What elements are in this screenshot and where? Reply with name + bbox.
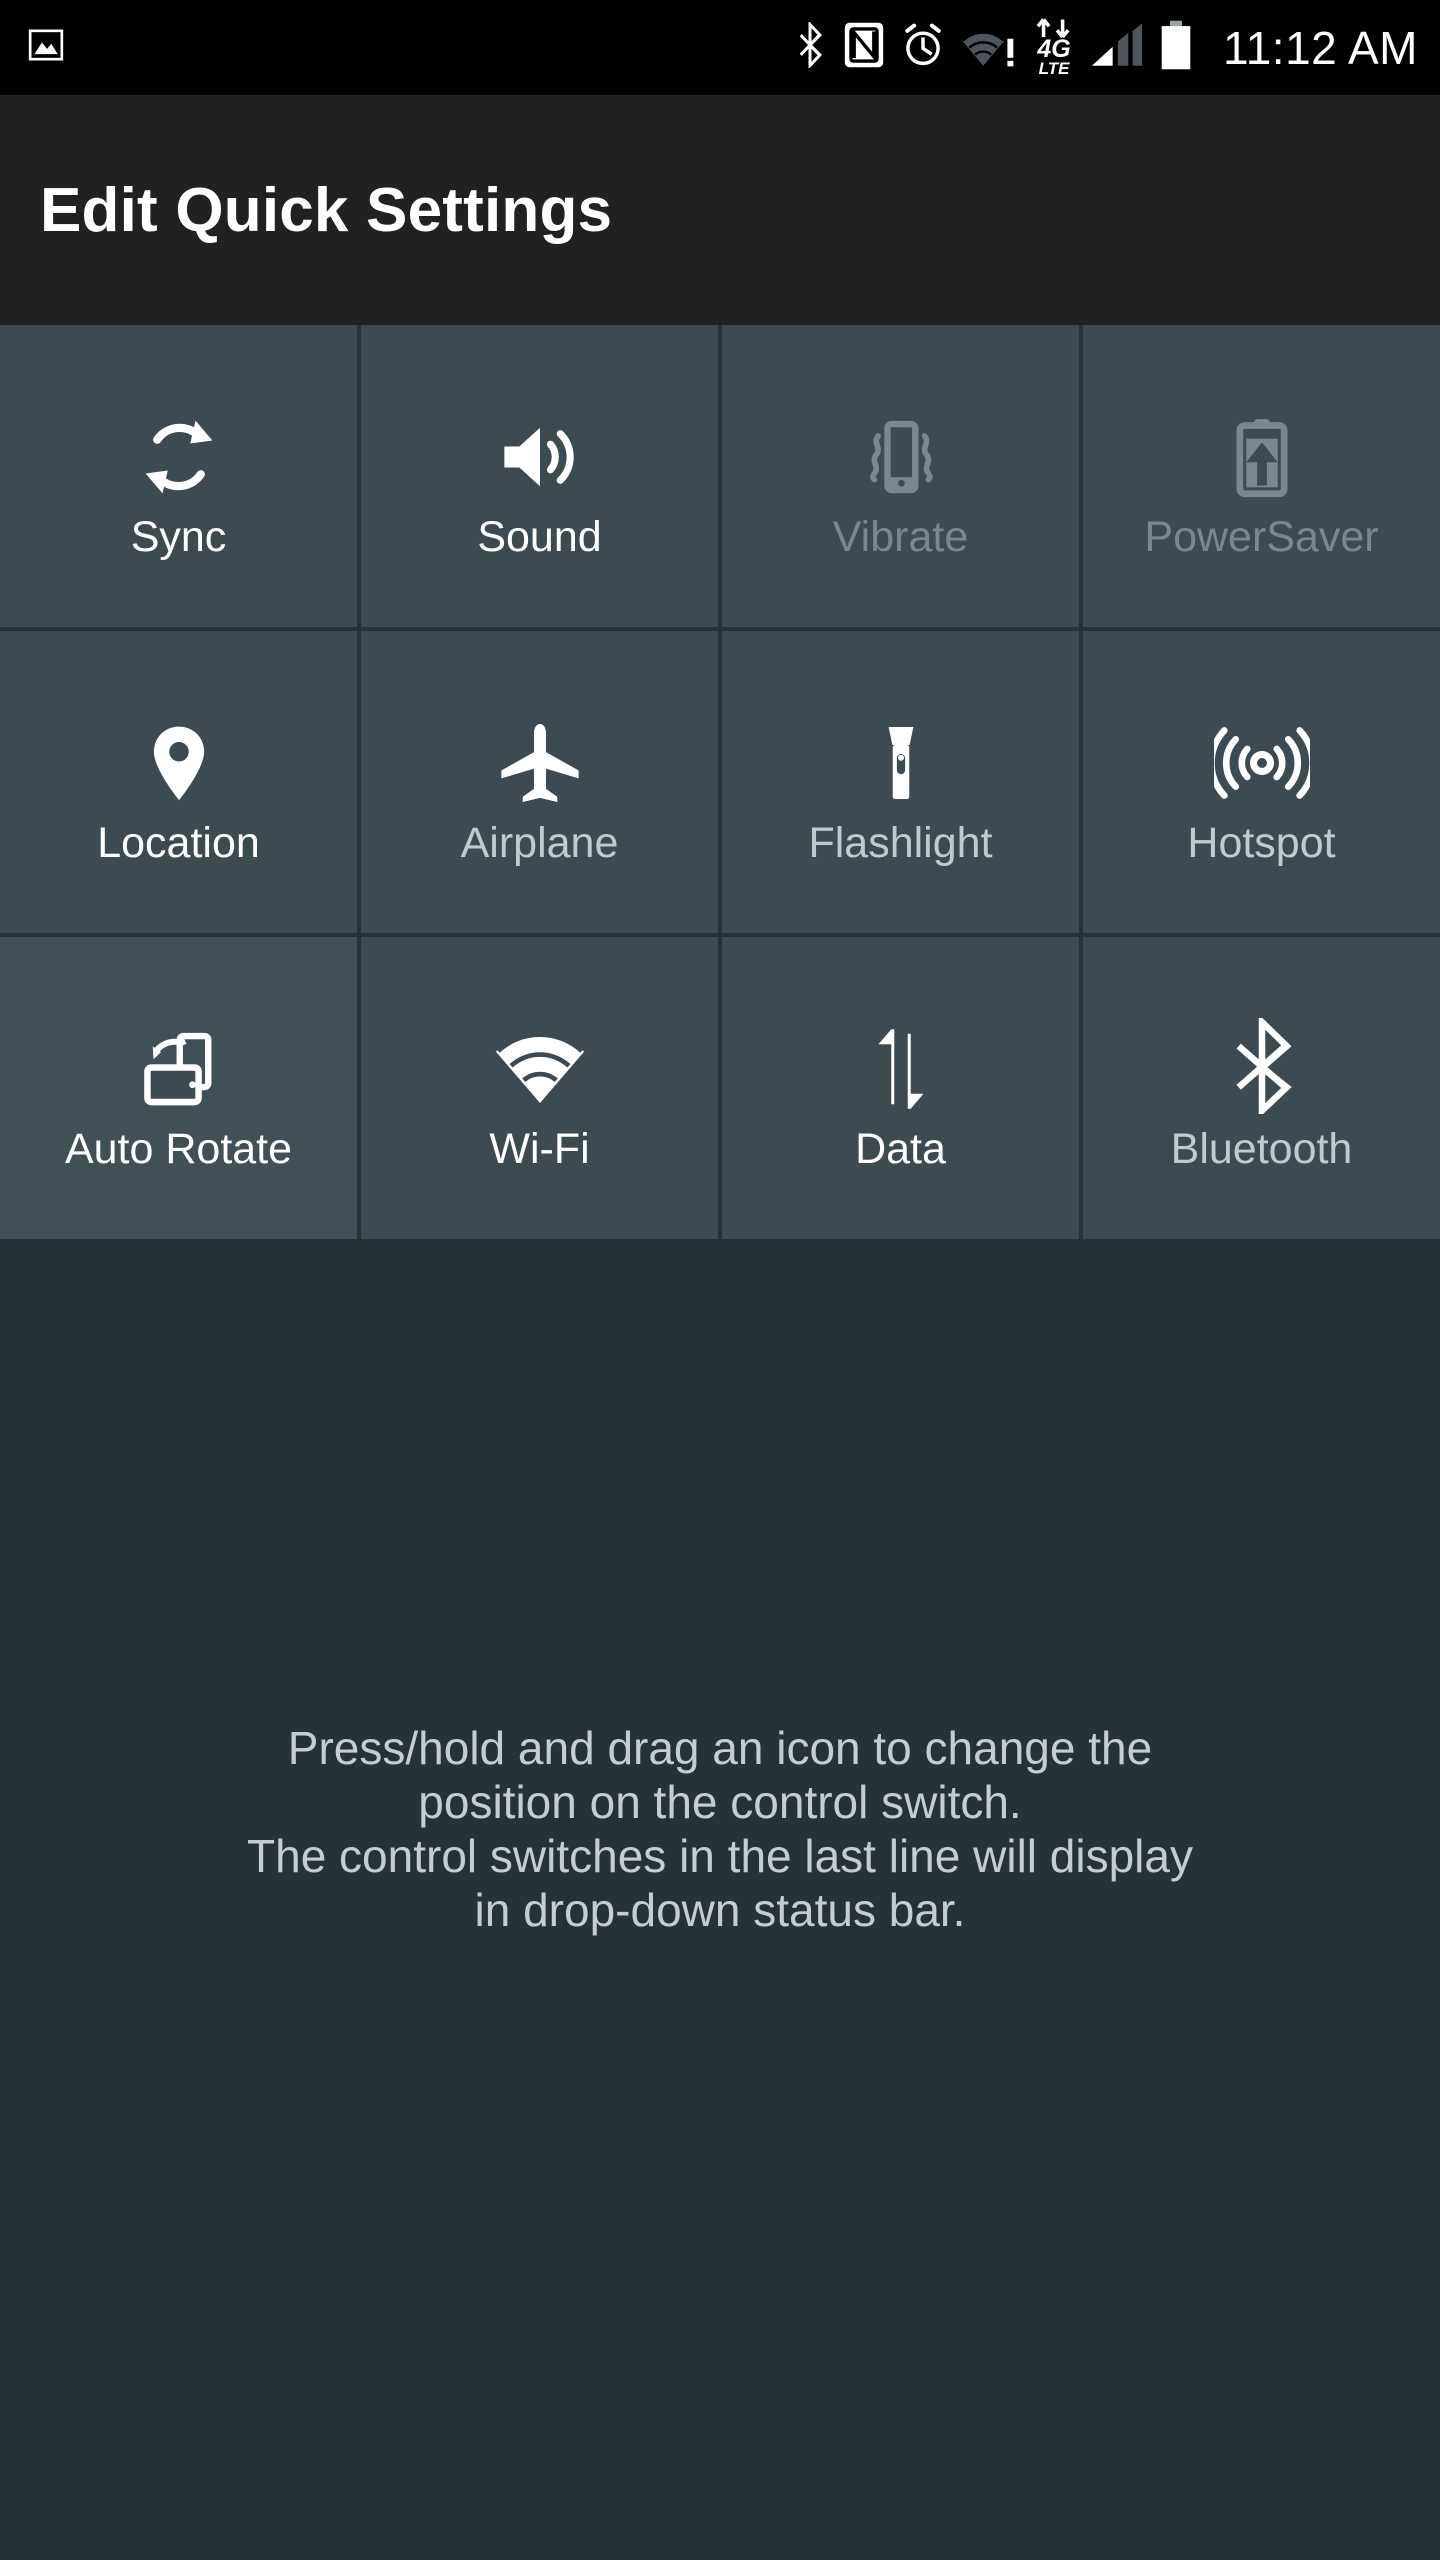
sync-icon [134,394,224,502]
status-bar-clock: 11:12 AM [1223,21,1418,74]
tile-label: Hotspot [1187,818,1336,867]
data-4g-lte-icon: 4G LTE [1033,18,1075,77]
flashlight-icon [856,700,946,808]
auto-rotate-icon [133,1006,225,1114]
tile-flashlight[interactable]: Flashlight [722,631,1079,933]
tile-location[interactable]: Location [0,631,357,933]
tile-label: PowerSaver [1144,512,1379,561]
vibrate-icon [856,394,946,502]
tile-label: Flashlight [808,818,993,867]
tile-row: Location Airplane Flashlight Hotspot [0,631,1440,933]
system-status-icons: 4G LTE 11:12 AM [793,18,1418,77]
tile-powersaver[interactable]: PowerSaver [1083,325,1440,627]
instructions-line-1: Press/hold and drag an icon to change th… [287,1722,1153,1774]
app-header: Edit Quick Settings [0,95,1440,325]
quick-settings-grid: Sync Sound Vibrate PowerSaver Location A… [0,325,1440,1239]
tile-label: Sync [130,512,227,561]
status-bar: 4G LTE 11:12 AM [0,0,1440,95]
wifi-warning-icon [961,22,1017,73]
sound-icon [495,394,585,502]
tile-auto-rotate[interactable]: Auto Rotate [0,937,357,1239]
tile-label: Auto Rotate [64,1124,293,1173]
alarm-clock-icon [901,22,945,73]
bluetooth-icon [793,20,827,73]
tile-hotspot[interactable]: Hotspot [1083,631,1440,933]
network-subtype-label: LTE [1038,59,1070,78]
tile-sound[interactable]: Sound [361,325,718,627]
tile-sync[interactable]: Sync [0,325,357,627]
bluetooth-tile-icon [1225,1006,1299,1114]
tile-vibrate[interactable]: Vibrate [722,325,1079,627]
tile-bluetooth[interactable]: Bluetooth [1083,937,1440,1239]
tile-row: Auto Rotate Wi-Fi Data Bluetooth [0,937,1440,1239]
instructions-line-3: The control switches in the last line wi… [247,1830,1193,1882]
tile-label: Airplane [460,818,619,867]
photo-icon [26,25,66,70]
instructions-line-2: position on the control switch. [418,1776,1022,1828]
tile-label: Bluetooth [1170,1124,1353,1173]
location-pin-icon [134,700,224,808]
power-saver-icon [1217,394,1307,502]
tile-row: Sync Sound Vibrate PowerSaver [0,325,1440,627]
tile-wifi[interactable]: Wi-Fi [361,937,718,1239]
tile-label: Wi-Fi [489,1124,590,1173]
tile-airplane[interactable]: Airplane [361,631,718,933]
hotspot-icon [1213,700,1310,808]
tile-label: Sound [477,512,602,561]
tile-data[interactable]: Data [722,937,1079,1239]
cellular-signal-icon [1091,22,1143,73]
instructions-line-4: in drop-down status bar. [474,1884,966,1936]
tile-label: Location [97,818,260,867]
tile-label: Vibrate [832,512,969,561]
nfc-icon [843,22,885,73]
instructions-text: Press/hold and drag an icon to change th… [0,1725,1440,1933]
airplane-icon [495,700,585,808]
wifi-icon [493,1006,587,1114]
tile-label: Data [855,1124,946,1173]
page-title: Edit Quick Settings [40,175,613,245]
notification-icons [26,25,66,70]
mobile-data-icon [856,1006,946,1114]
battery-icon [1159,20,1193,75]
